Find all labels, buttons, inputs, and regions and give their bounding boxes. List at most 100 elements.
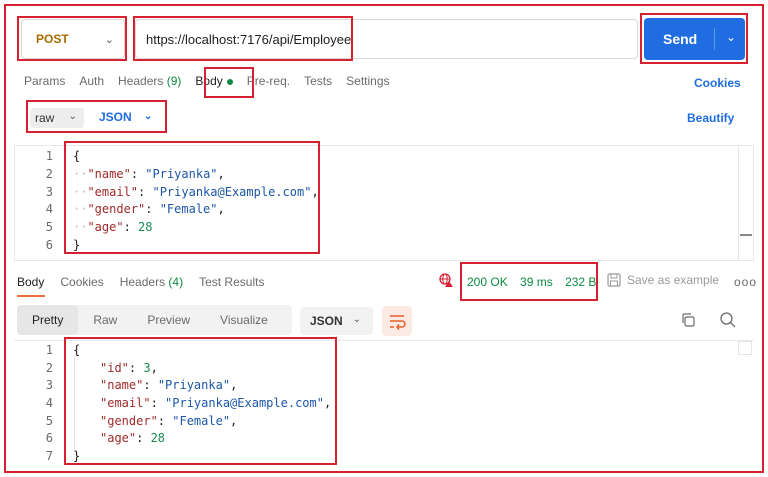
save-as-example-button[interactable]: Save as example xyxy=(607,273,719,287)
chevron-down-icon: ⌄ xyxy=(144,111,153,122)
tab-headers-label: Headers xyxy=(118,74,164,88)
active-tab-underline xyxy=(17,295,45,297)
send-divider xyxy=(714,28,715,50)
tab-auth[interactable]: Auth xyxy=(79,74,104,92)
view-pretty[interactable]: Pretty xyxy=(17,305,79,335)
body-mode-label: raw xyxy=(35,111,55,125)
tab-tests[interactable]: Tests xyxy=(304,74,332,92)
json-close-brace: } xyxy=(73,449,81,463)
cookies-link[interactable]: Cookies xyxy=(694,76,741,90)
tab-response-headers[interactable]: Headers (4) xyxy=(120,275,183,289)
tab-headers[interactable]: Headers (9) xyxy=(118,74,181,92)
tab-body[interactable]: Body xyxy=(195,74,233,92)
globe-warning-icon[interactable] xyxy=(439,273,453,287)
response-tabs: Body Cookies Headers (4) Test Results xyxy=(17,275,280,289)
chevron-down-icon: ⌄ xyxy=(68,111,77,122)
response-view-tabs: Pretty Raw Preview Visualize xyxy=(17,305,292,335)
json-key: "age" xyxy=(100,431,137,445)
json-value: "Priyanka" xyxy=(157,378,231,392)
response-format-select[interactable]: JSON ⌄ xyxy=(300,307,373,335)
line-number: 5 xyxy=(45,220,53,234)
line-number: 2 xyxy=(45,361,53,375)
response-headers-count: (4) xyxy=(168,275,184,289)
json-comma: , xyxy=(230,378,238,392)
chevron-down-icon: ⌄ xyxy=(352,314,361,325)
body-mode-select[interactable]: raw ⌄ xyxy=(30,108,84,128)
copy-icon[interactable] xyxy=(680,312,696,328)
json-comma: , xyxy=(217,167,225,181)
json-key: "gender" xyxy=(100,414,158,428)
json-value: 28 xyxy=(138,220,153,234)
url-input[interactable]: https://localhost:7176/api/Employee xyxy=(135,19,638,59)
save-icon xyxy=(607,273,621,287)
beautify-link[interactable]: Beautify xyxy=(687,111,734,125)
send-label: Send xyxy=(663,31,698,47)
line-number: 5 xyxy=(45,414,53,428)
response-time[interactable]: 39 ms xyxy=(520,275,553,289)
line-number: 1 xyxy=(45,149,53,163)
status-code[interactable]: 200 OK xyxy=(467,275,508,289)
json-line: "gender": "Female", xyxy=(100,414,238,428)
tab-response-cookies[interactable]: Cookies xyxy=(60,275,103,289)
json-line: "email": "Priyanka@Example.com", xyxy=(100,396,332,410)
response-size[interactable]: 232 B xyxy=(565,275,596,289)
json-key: "email" xyxy=(100,396,151,410)
json-value: 3 xyxy=(143,361,151,375)
chevron-down-icon[interactable]: ⌄ xyxy=(726,30,736,44)
method-label: POST xyxy=(36,32,69,46)
json-key: "gender" xyxy=(87,202,146,216)
json-key: "id" xyxy=(100,361,129,375)
body-language-select[interactable]: JSON ⌄ xyxy=(99,110,152,124)
search-icon[interactable] xyxy=(719,311,737,329)
modified-dot-icon xyxy=(226,78,233,85)
json-comma: , xyxy=(150,361,158,375)
json-open-brace: { xyxy=(73,149,81,163)
line-number: 3 xyxy=(45,378,53,392)
headers-count: (9) xyxy=(166,74,182,88)
json-line: ··"email": "Priyanka@Example.com", xyxy=(73,185,319,199)
line-number: 7 xyxy=(45,449,53,463)
json-open-brace: { xyxy=(73,343,81,357)
save-as-example-label: Save as example xyxy=(627,273,720,287)
tab-body-label: Body xyxy=(195,74,223,88)
json-value: 28 xyxy=(150,431,166,445)
line-number: 6 xyxy=(45,238,53,252)
line-number: 1 xyxy=(45,343,53,357)
view-visualize[interactable]: Visualize xyxy=(205,305,283,335)
json-line: "id": 3, xyxy=(100,361,158,375)
editor-scroll-thumb[interactable] xyxy=(740,234,752,236)
more-options-icon[interactable]: ooo xyxy=(734,275,757,289)
json-comma: , xyxy=(323,396,332,410)
tab-settings[interactable]: Settings xyxy=(346,74,389,92)
json-line: "name": "Priyanka", xyxy=(100,378,238,392)
wrap-lines-button[interactable] xyxy=(382,306,412,336)
send-button[interactable]: Send ⌄ xyxy=(644,18,745,60)
json-key: "name" xyxy=(87,167,131,181)
json-value: "Priyanka@Example.com" xyxy=(165,396,324,410)
line-number: 4 xyxy=(45,202,53,216)
json-value: "Priyanka" xyxy=(145,167,218,181)
tab-params[interactable]: Params xyxy=(24,74,65,92)
json-key: "name" xyxy=(100,378,144,392)
json-line: ··"gender": "Female", xyxy=(73,202,225,216)
method-select[interactable]: POST ⌄ xyxy=(21,19,125,59)
view-preview[interactable]: Preview xyxy=(132,305,205,335)
tab-prereq[interactable]: Pre-req. xyxy=(247,74,290,92)
json-comma: , xyxy=(230,414,238,428)
line-number: 3 xyxy=(45,185,53,199)
json-key: "age" xyxy=(87,220,124,234)
json-value: "Priyanka@Example.com" xyxy=(152,185,312,199)
line-number: 2 xyxy=(45,167,53,181)
body-language-label: JSON xyxy=(99,110,132,124)
tab-test-results[interactable]: Test Results xyxy=(199,275,264,289)
response-status: 200 OK 39 ms 232 B xyxy=(467,275,596,289)
indent-guide xyxy=(74,357,75,449)
json-line: "age": 28 xyxy=(100,431,166,445)
chevron-down-icon: ⌄ xyxy=(104,34,114,46)
view-raw[interactable]: Raw xyxy=(78,305,132,335)
json-comma: , xyxy=(311,185,319,199)
editor-scrollbar[interactable] xyxy=(738,146,752,261)
response-scrollbar[interactable] xyxy=(738,341,752,355)
tab-response-body[interactable]: Body xyxy=(17,275,44,289)
line-number: 6 xyxy=(45,431,53,445)
